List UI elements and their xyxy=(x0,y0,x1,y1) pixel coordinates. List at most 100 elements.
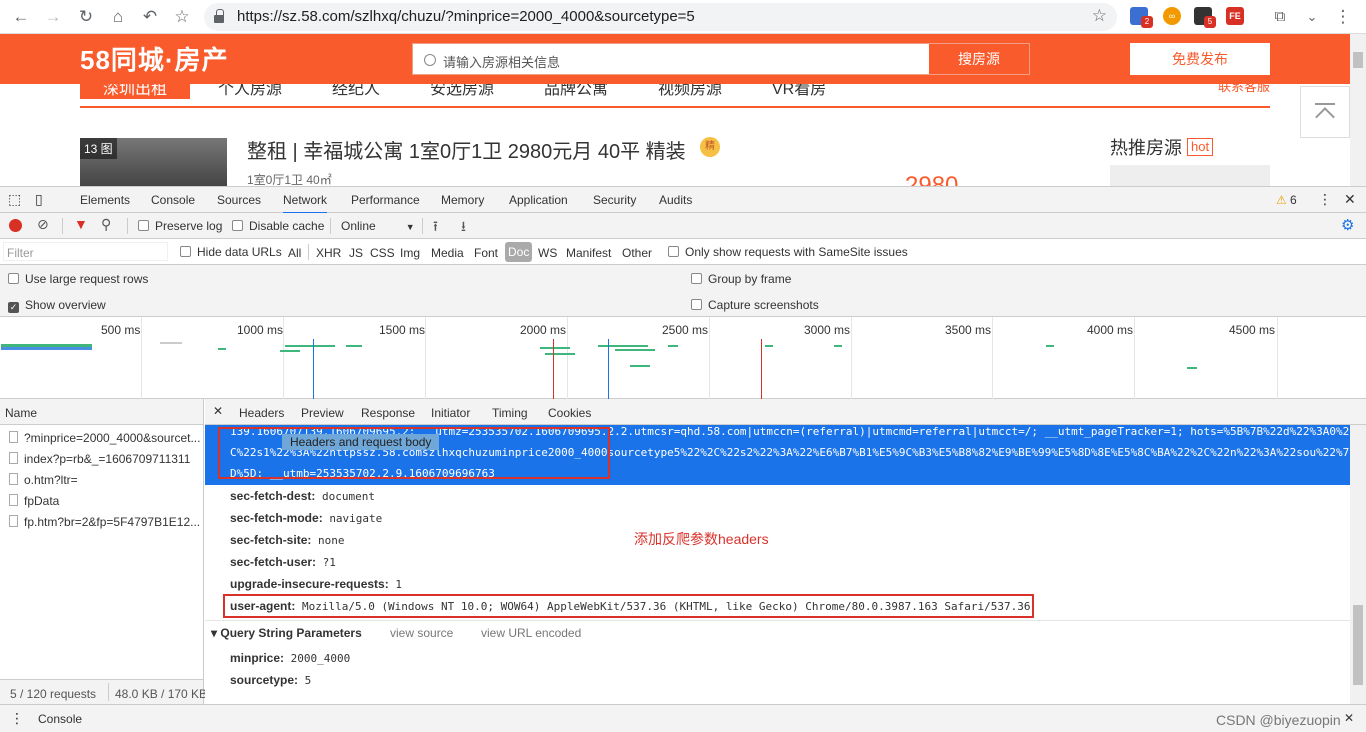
request-row[interactable]: ?minprice=2000_4000&sourcet... xyxy=(0,427,203,448)
filter-type-all[interactable]: All xyxy=(288,246,301,260)
nav-item-selected[interactable]: 安选房源 xyxy=(430,84,494,99)
customer-service-link[interactable]: 联系客服 xyxy=(1218,84,1270,95)
bookmark-star-icon[interactable]: ☆ xyxy=(169,4,195,30)
listing-title[interactable]: 整租 | 幸福城公寓 1室0厅1卫 2980元月 40平 精装 xyxy=(247,135,686,164)
site-logo[interactable]: 58同城·房产 xyxy=(80,40,229,77)
tab-memory[interactable]: Memory xyxy=(441,193,484,207)
hot-listing-image[interactable] xyxy=(1110,165,1270,186)
request-row[interactable]: index?p=rb&_=1606709711311 xyxy=(0,448,203,469)
nav-item-personal[interactable]: 个人房源 xyxy=(218,84,282,99)
tab-application[interactable]: Application xyxy=(509,193,568,207)
tab-network[interactable]: Network xyxy=(283,193,328,214)
nav-item-vr[interactable]: VR看房 xyxy=(772,84,826,99)
search-icon[interactable]: ⚲ xyxy=(101,216,111,233)
tab-console-drawer[interactable]: Console xyxy=(38,712,82,726)
preserve-log-checkbox[interactable]: Preserve log xyxy=(138,219,222,233)
tab-initiator[interactable]: Initiator xyxy=(431,406,470,420)
drawer-menu-icon[interactable]: ⋮ xyxy=(10,710,24,727)
request-details: ✕ Headers Preview Response Initiator Tim… xyxy=(205,399,1366,704)
url-text[interactable]: https://sz.58.com/szlhxq/chuzu/?minprice… xyxy=(237,8,695,25)
filter-type-css[interactable]: CSS xyxy=(370,246,395,260)
nav-item-video[interactable]: 视频房源 xyxy=(658,84,722,99)
menu-icon[interactable]: ⋮ xyxy=(1330,4,1356,30)
listing-image[interactable]: 13 图 xyxy=(80,138,227,186)
warning-icon[interactable]: ⚠ xyxy=(1276,193,1287,207)
request-row[interactable]: fpData xyxy=(0,490,203,511)
close-icon[interactable]: ✕ xyxy=(1344,191,1356,208)
back-to-top-icon[interactable] xyxy=(1300,86,1350,138)
back-icon[interactable]: ← xyxy=(8,4,34,30)
filter-icon[interactable]: ▼ xyxy=(74,216,88,232)
filter-type-img[interactable]: Img xyxy=(400,246,420,260)
import-har-icon[interactable]: ⭱ xyxy=(433,216,438,240)
devtools-menu-icon[interactable]: ⋮ xyxy=(1318,191,1332,208)
tab-preview[interactable]: Preview xyxy=(301,406,344,420)
filter-type-other[interactable]: Other xyxy=(622,246,652,260)
filter-type-js[interactable]: JS xyxy=(349,246,363,260)
nav-item-brand[interactable]: 品牌公寓 xyxy=(544,84,608,99)
request-row[interactable]: fp.htm?br=2&fp=5F4797B1E12... xyxy=(0,511,203,532)
crop-icon[interactable]: ⧉ xyxy=(1267,4,1293,30)
transfer-size: 48.0 KB / 170 KB xyxy=(115,687,208,701)
group-by-frame-checkbox[interactable]: Group by frame xyxy=(691,272,791,286)
close-drawer-icon[interactable]: ✕ xyxy=(1344,711,1354,725)
filter-input[interactable]: Filter xyxy=(3,242,168,261)
filter-type-media[interactable]: Media xyxy=(431,246,464,260)
tab-audits[interactable]: Audits xyxy=(659,193,692,207)
reload-icon[interactable]: ↻ xyxy=(73,4,99,30)
tab-elements[interactable]: Elements xyxy=(80,193,130,207)
publish-button[interactable]: 免费发布 xyxy=(1130,43,1270,75)
home-icon[interactable]: ⌂ xyxy=(105,4,131,30)
details-scrollbar[interactable] xyxy=(1350,425,1366,704)
tab-cookies[interactable]: Cookies xyxy=(548,406,591,420)
inspect-icon[interactable]: ⬚ xyxy=(8,191,21,208)
view-url-encoded-link[interactable]: view URL encoded xyxy=(481,626,581,640)
tab-headers[interactable]: Headers xyxy=(239,406,284,420)
query-string-section[interactable]: ▾ Query String Parameters xyxy=(211,626,362,640)
extension-infinity-icon[interactable]: ∞ xyxy=(1163,7,1181,25)
undo-icon[interactable]: ↶ xyxy=(137,4,163,30)
filter-type-manifest[interactable]: Manifest xyxy=(566,246,611,260)
search-button[interactable]: 搜房源 xyxy=(929,44,1029,74)
filter-type-ws[interactable]: WS xyxy=(538,246,557,260)
chevron-down-icon[interactable]: ⌄ xyxy=(1299,4,1325,30)
timeline-overview[interactable]: 500 ms 1000 ms 1500 ms 2000 ms 2500 ms 3… xyxy=(0,317,1366,399)
tab-console[interactable]: Console xyxy=(151,193,195,207)
view-source-link[interactable]: view source xyxy=(390,626,453,640)
tab-performance[interactable]: Performance xyxy=(351,193,420,207)
samesite-checkbox[interactable]: Only show requests with SameSite issues xyxy=(668,245,908,259)
device-toggle-icon[interactable]: ▯ xyxy=(35,191,43,208)
name-column-header[interactable]: Name xyxy=(0,399,203,425)
tab-timing[interactable]: Timing xyxy=(492,406,528,420)
settings-gear-icon[interactable]: ⚙ xyxy=(1341,216,1354,234)
listing-price: 2980 xyxy=(905,172,959,186)
forward-icon[interactable]: → xyxy=(40,4,66,30)
export-har-icon[interactable]: ⭳ xyxy=(461,216,466,240)
tab-sources[interactable]: Sources xyxy=(217,193,261,207)
capture-screenshots-checkbox[interactable]: Capture screenshots xyxy=(691,298,819,312)
warning-count[interactable]: 6 xyxy=(1290,193,1297,207)
search-input[interactable]: 请输入房源相关信息 搜房源 xyxy=(412,43,1030,75)
page-scrollbar[interactable] xyxy=(1350,34,1366,186)
filter-type-xhr[interactable]: XHR xyxy=(316,246,341,260)
disable-cache-checkbox[interactable]: Disable cache xyxy=(232,219,324,233)
filter-type-doc[interactable]: Doc xyxy=(505,242,533,262)
filter-type-font[interactable]: Font xyxy=(474,246,498,260)
nav-item-agent[interactable]: 经纪人 xyxy=(332,84,380,99)
tab-response[interactable]: Response xyxy=(361,406,415,420)
network-toolbar: ⊘ ▼ ⚲ Preserve log Disable cache Online ▼… xyxy=(0,213,1366,239)
large-rows-checkbox[interactable]: Use large request rows xyxy=(8,272,148,286)
clear-icon[interactable]: ⊘ xyxy=(37,216,49,233)
hide-data-urls-checkbox[interactable]: Hide data URLs xyxy=(180,245,282,259)
throttle-select[interactable]: Online ▼ xyxy=(341,219,415,233)
tab-security[interactable]: Security xyxy=(593,193,636,207)
star-icon[interactable]: ☆ xyxy=(1092,6,1107,26)
devtools-tabbar: ⬚ ▯ Elements Console Sources Network Per… xyxy=(0,187,1366,214)
close-icon[interactable]: ✕ xyxy=(213,404,223,418)
show-overview-checkbox[interactable]: ✓ Show overview xyxy=(8,298,106,313)
nav-item-rent[interactable]: 深圳出租 xyxy=(80,84,190,99)
address-bar[interactable]: https://sz.58.com/szlhxq/chuzu/?minprice… xyxy=(204,3,1117,31)
record-icon[interactable] xyxy=(9,219,22,232)
request-row[interactable]: o.htm?ltr= xyxy=(0,469,203,490)
extension-fe-icon[interactable]: FE xyxy=(1226,7,1244,25)
